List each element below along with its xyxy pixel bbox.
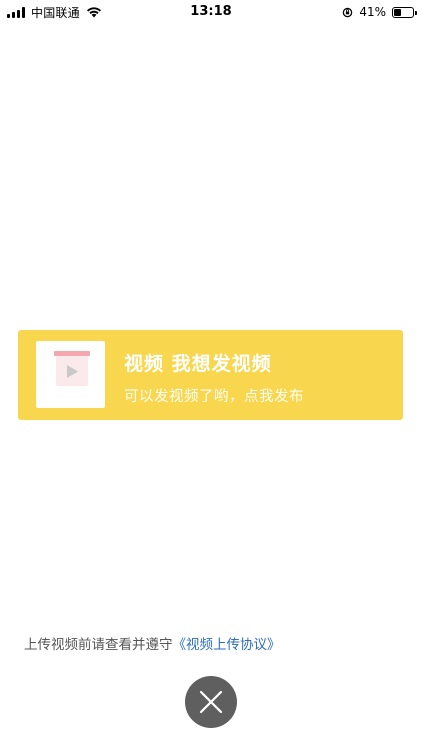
agreement-link[interactable]: 《视频上传协议》 — [173, 637, 281, 653]
upload-video-card[interactable]: 视频 我想发视频 可以发视频了哟，点我发布 — [18, 330, 403, 420]
video-play-icon — [36, 341, 105, 408]
battery-icon — [392, 6, 417, 18]
agreement-text: 上传视频前请查看并遵守《视频上传协议》 — [24, 633, 281, 653]
close-icon — [199, 690, 223, 714]
status-bar: 中国联通 13:18 41% — [0, 0, 422, 24]
battery-percent: 41% — [359, 5, 386, 19]
agreement-prefix: 上传视频前请查看并遵守 — [24, 637, 173, 653]
card-title: 视频 我想发视频 — [124, 353, 272, 375]
battery-level — [394, 8, 401, 16]
rotation-lock-icon — [343, 7, 353, 17]
card-subtitle: 可以发视频了哟，点我发布 — [124, 389, 304, 405]
close-button[interactable] — [185, 676, 237, 728]
status-right: 41% — [342, 4, 417, 20]
